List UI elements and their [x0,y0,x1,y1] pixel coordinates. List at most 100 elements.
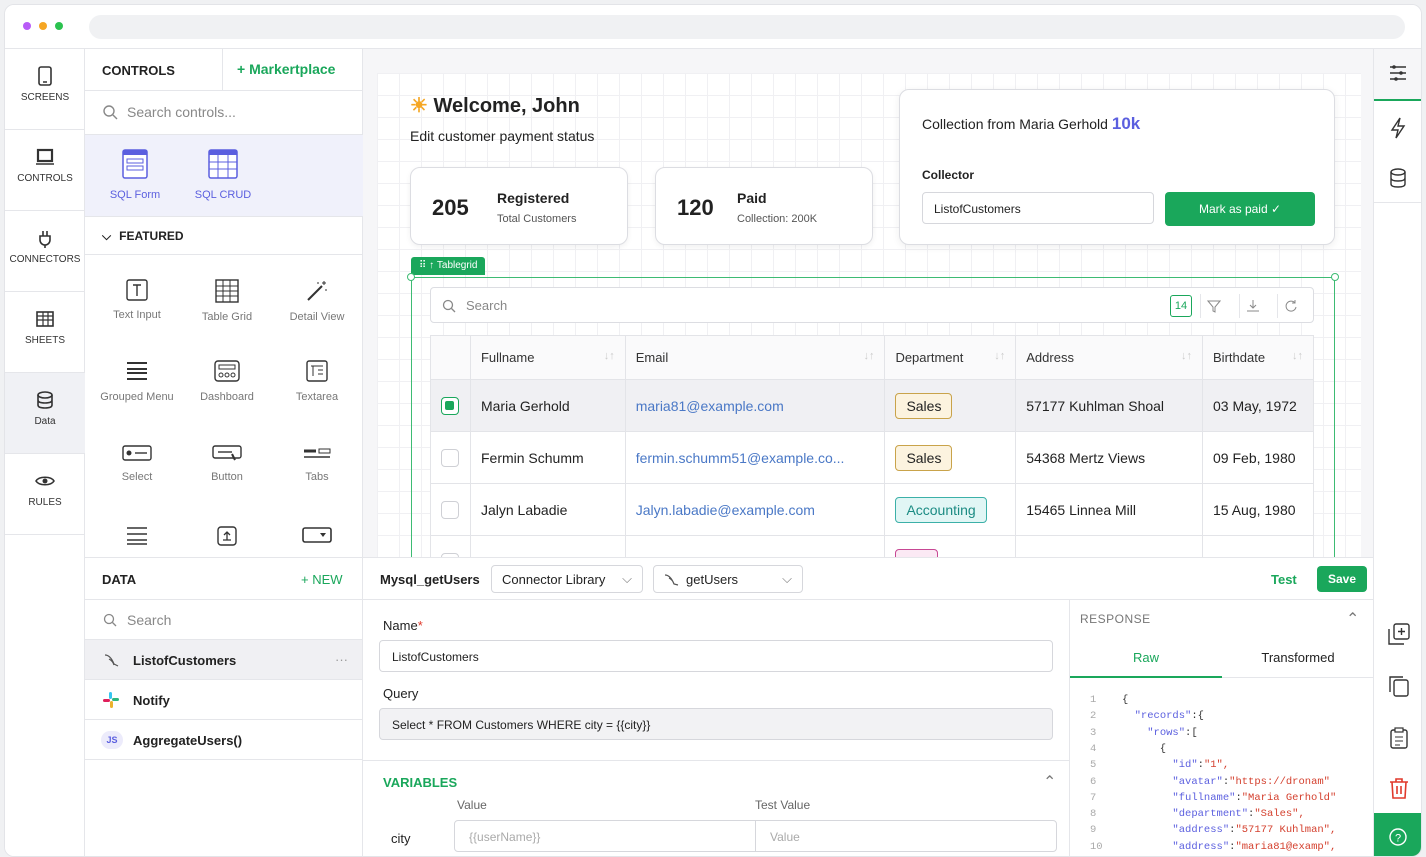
download-button[interactable] [1239,294,1265,318]
cell-email[interactable]: Jalyn.labadie@example.com [624,483,886,536]
save-button[interactable]: Save [1317,566,1367,592]
events-button[interactable] [1374,103,1421,153]
resize-handle[interactable] [407,273,415,281]
sort-icon[interactable]: ↓↑ [1292,350,1303,362]
column-header[interactable]: Address ↓↑ [1015,335,1204,380]
properties-button[interactable] [1374,49,1421,101]
control-label: Select [121,471,153,483]
column-header[interactable]: Email ↓↑ [624,335,886,380]
window-dot[interactable] [39,22,47,30]
delete-button[interactable] [1374,763,1421,813]
rail-connectors[interactable]: CONNECTORS [5,211,85,292]
connector-library-dropdown[interactable]: Connector Library ⌵ [491,565,643,593]
stat-card-paid: 120 Paid Collection: 200K [655,167,873,245]
table-row[interactable]: Fermin Schumm fermin.schumm51@example.co… [430,431,1314,484]
more-icon[interactable]: ··· [335,652,348,667]
add-screen-button[interactable] [1374,609,1421,659]
row-checkbox[interactable] [441,500,459,519]
mysql-icon [664,574,679,586]
resize-handle[interactable] [1331,273,1339,281]
control-detail-view[interactable]: Detail View [272,279,362,323]
table-row[interactable]: Jalyn Labadie Jalyn.labadie@example.com … [430,483,1314,536]
data-item-aggregateusers[interactable]: JS AggregateUsers() [85,720,362,760]
duplicate-button[interactable] [1374,661,1421,711]
data-item-listofcustomers[interactable]: ListofCustomers ··· [85,640,362,680]
sort-icon[interactable]: ↓↑ [863,350,874,362]
data-search[interactable]: Search [85,600,362,640]
collection-amount: 10k [1111,114,1141,133]
test-button[interactable]: Test [1271,572,1297,587]
data-item-notify[interactable]: Notify [85,680,362,720]
table-row[interactable]: Garrick Wayne garrick77@@example.com HR … [430,535,1314,557]
control-tabs[interactable]: Tabs [272,443,362,483]
stat-number: 205 [432,195,469,220]
control-list[interactable] [92,525,182,553]
collector-input[interactable]: ListofCustomers [922,192,1154,224]
method-dropdown[interactable]: getUsers ⌵ [653,565,803,593]
data-source-button[interactable] [1374,153,1421,203]
control-upload[interactable] [182,525,272,555]
tablegrid-label[interactable]: ⠿ ↑ Tablegrid [411,257,486,275]
sql-form-control[interactable]: SQL Form [100,135,170,217]
new-data-button[interactable]: + NEW [301,572,343,587]
column-header[interactable]: Department ↓↑ [884,335,1017,380]
window-dot[interactable] [55,22,63,30]
control-grouped-menu[interactable]: Grouped Menu [92,359,182,403]
help-button[interactable]: ? [1374,813,1421,856]
table-search[interactable]: Search 14 [430,287,1314,323]
variable-name: city [391,831,411,846]
filter-button[interactable] [1200,294,1226,318]
featured-header[interactable]: ⌵ FEATURED [85,217,363,255]
cell-email[interactable]: garrick77@@example.com [624,535,886,557]
control-text-input[interactable]: Text Input [92,279,182,321]
chevron-down-icon: ⌵ [782,571,792,586]
mark-as-paid-button[interactable]: Mark as paid ✓ [1165,192,1315,226]
rail-rules[interactable]: RULES [5,454,85,535]
dropdown-icon [302,527,332,543]
rail-controls[interactable]: CONTROLS [5,130,85,211]
address-bar[interactable] [89,15,1405,39]
table-grid-icon [215,279,239,303]
query-input[interactable]: Select * FROM Customers WHERE city = {{c… [379,708,1053,740]
control-button[interactable]: Button [182,443,272,483]
variable-test-value-input[interactable]: Value [755,820,1057,852]
dropdown-value: Connector Library [502,572,606,587]
variable-value-input[interactable]: {{userName}} [454,820,756,852]
marketplace-button[interactable]: + Markertplace [222,49,363,91]
table-row[interactable]: Maria Gerhold maria81@example.com Sales … [430,379,1314,432]
sort-icon[interactable]: ↓↑ [604,350,615,362]
control-select[interactable]: Select [92,443,182,483]
variable-test-placeholder: Value [770,830,800,844]
control-dashboard[interactable]: Dashboard [182,359,272,403]
control-table-grid[interactable]: Table Grid [182,279,272,323]
column-header[interactable]: Fullname ↓↑ [469,335,626,380]
column-header[interactable]: Birthdate ↓↑ [1202,335,1314,380]
slack-icon [103,692,119,708]
svg-text:?: ? [1395,833,1401,845]
line-number: 4 [1090,742,1097,755]
sort-icon[interactable]: ↓↑ [1181,350,1192,362]
chevron-up-icon[interactable]: ⌃ [1043,772,1056,792]
rail-data[interactable]: Data [5,373,85,454]
sort-icon[interactable]: ↓↑ [994,350,1005,362]
controls-search[interactable]: Search controls... [85,91,363,135]
cell-email[interactable]: maria81@example.com [624,379,886,432]
control-dropdown[interactable] [272,525,362,553]
chevron-up-icon[interactable]: ⌃ [1346,609,1359,629]
tab-raw[interactable]: Raw [1070,638,1222,678]
tablet-icon [38,66,52,86]
cell-email[interactable]: fermin.schumm51@example.co... [624,431,886,484]
row-checkbox[interactable] [441,448,459,467]
sliders-icon [1390,65,1406,81]
control-textarea[interactable]: Textarea [272,359,362,403]
tab-transformed[interactable]: Transformed [1222,638,1374,678]
sql-crud-control[interactable]: SQL CRUD [188,135,258,217]
line-number: 7 [1090,791,1097,804]
rail-sheets[interactable]: SHEETS [5,292,85,373]
window-dot[interactable] [23,22,31,30]
refresh-button[interactable] [1277,294,1303,318]
row-checkbox[interactable] [441,396,459,415]
name-input[interactable]: ListofCustomers [379,640,1053,672]
rail-screens[interactable]: SCREENS [5,49,85,130]
paste-button[interactable] [1374,713,1421,763]
